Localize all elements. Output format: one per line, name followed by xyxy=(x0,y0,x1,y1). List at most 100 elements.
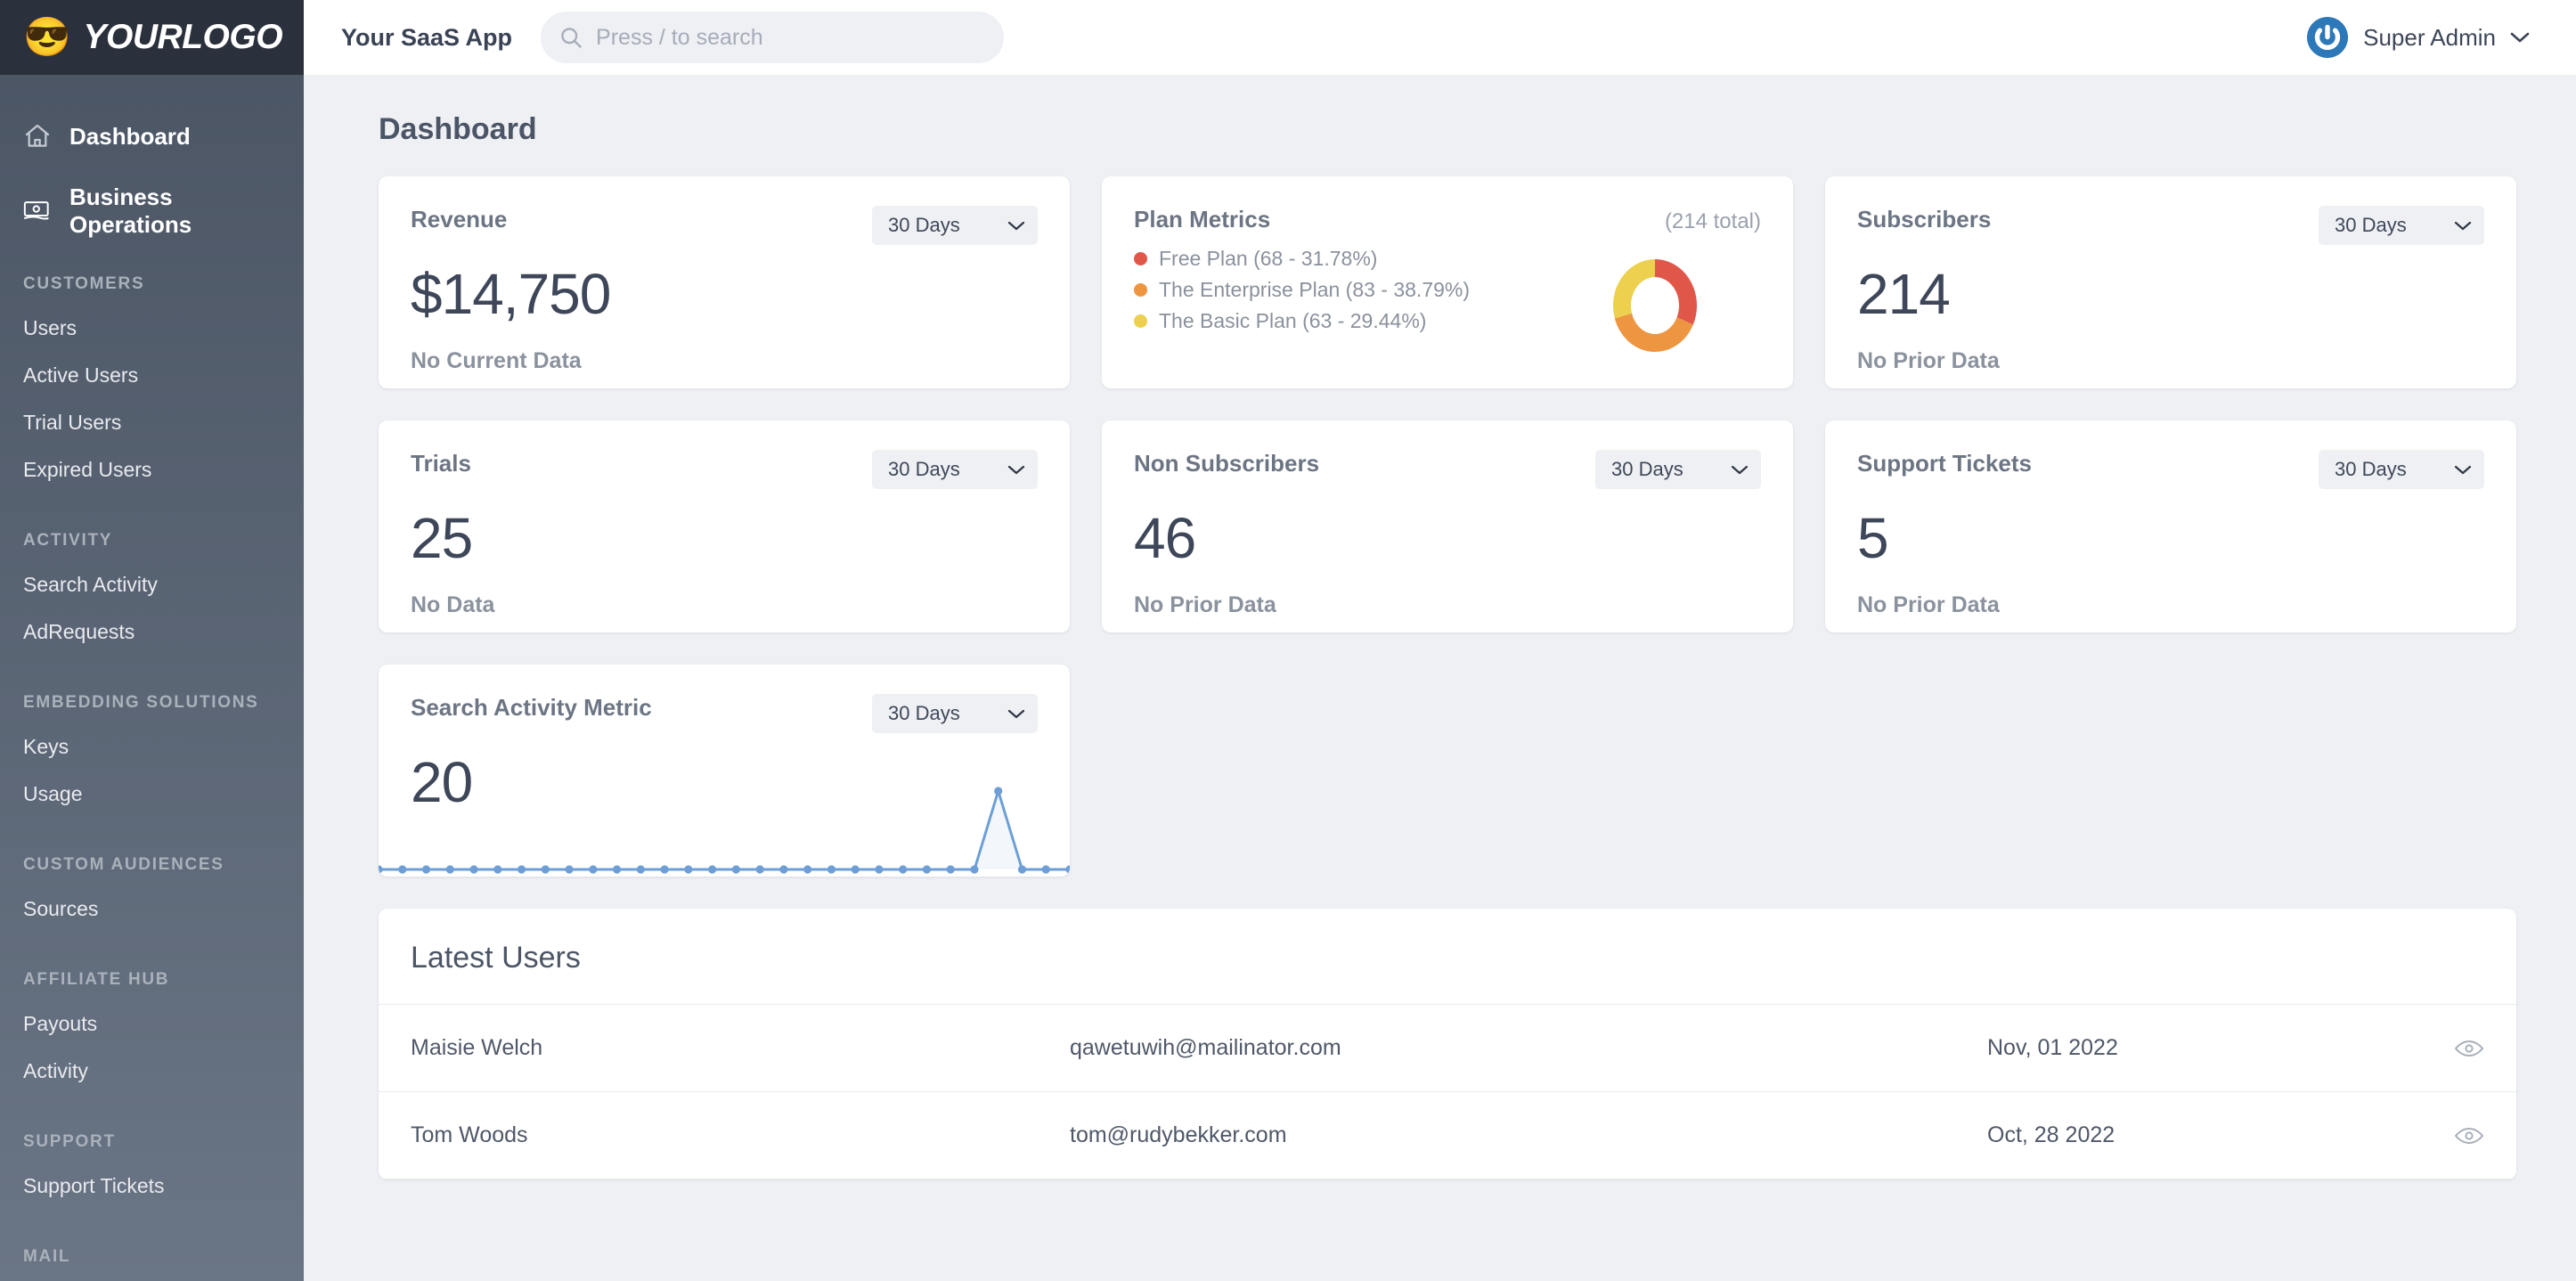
card-title: Revenue xyxy=(411,206,508,233)
sparkline-point xyxy=(827,865,836,874)
app-root: 😎 YOURLOGO Dashboard Business Operations… xyxy=(0,0,2576,1281)
cards-grid: Revenue 30 Days $14,750 No Current Data xyxy=(379,176,2516,877)
trials-range-select[interactable]: 30 Days xyxy=(872,450,1038,489)
sidebar-item-active-users[interactable]: Active Users xyxy=(0,352,304,399)
sidebar-item-expired-users[interactable]: Expired Users xyxy=(0,446,304,494)
topbar: Your SaaS App Press / to search Super Ad… xyxy=(304,0,2576,75)
sparkline-point xyxy=(398,865,407,874)
card-title: Plan Metrics xyxy=(1134,206,1271,233)
view-user-button[interactable] xyxy=(2431,1125,2484,1146)
view-user-button[interactable] xyxy=(2431,1038,2484,1059)
sidebar-item-payouts[interactable]: Payouts xyxy=(0,1000,304,1048)
donut-segment-0 xyxy=(1655,259,1697,325)
user-email-cell: qawetuwih@mailinator.com xyxy=(1070,1035,1341,1060)
sparkline-point xyxy=(421,865,431,874)
sparkline-point xyxy=(1041,865,1050,874)
support-tickets-range-select[interactable]: 30 Days xyxy=(2319,450,2484,489)
support-tickets-note: No Prior Data xyxy=(1857,592,2000,617)
eye-icon xyxy=(2454,1038,2484,1059)
sparkline-point xyxy=(445,865,454,874)
support-tickets-value: 5 xyxy=(1857,506,1889,570)
chevron-down-icon xyxy=(1007,220,1025,231)
card-title: Subscribers xyxy=(1857,206,1992,233)
logo-text: YOURLOGO xyxy=(83,18,283,56)
table-row[interactable]: Tom Woods tom@rudybekker.com Oct, 28 202… xyxy=(379,1092,2516,1179)
sidebar-item-search-activity[interactable]: Search Activity xyxy=(0,561,304,608)
subscribers-range-select[interactable]: 30 Days xyxy=(2319,206,2484,245)
donut-svg xyxy=(1613,259,1697,352)
chevron-down-icon xyxy=(1007,708,1025,719)
sidebar-group-title-mail: MAIL xyxy=(23,1247,71,1266)
card-plan-metrics: Plan Metrics (214 total) Free Plan (68 -… xyxy=(1102,176,1793,388)
sidebar-item-users[interactable]: Users xyxy=(0,305,304,352)
revenue-range-select[interactable]: 30 Days xyxy=(872,206,1038,245)
chevron-down-icon xyxy=(2510,31,2530,44)
revenue-value: $14,750 xyxy=(411,262,611,326)
sparkline-point xyxy=(660,865,669,874)
sparkline-point xyxy=(779,865,788,874)
sidebar-item-usage[interactable]: Usage xyxy=(0,771,304,818)
trials-value: 25 xyxy=(411,506,473,570)
chevron-down-icon xyxy=(2454,220,2472,231)
sidebar-item-dashboard[interactable]: Dashboard xyxy=(0,110,304,162)
revenue-note: No Current Data xyxy=(411,348,582,373)
card-trials: Trials 30 Days 25 No Data xyxy=(379,420,1070,632)
user-name-cell: Maisie Welch xyxy=(411,1035,543,1060)
sparkline-point xyxy=(1065,865,1070,874)
legend-label: Free Plan (68 - 31.78%) xyxy=(1159,247,1378,270)
main-area: Your SaaS App Press / to search Super Ad… xyxy=(304,0,2576,1281)
sidebar-item-sources[interactable]: Sources xyxy=(0,885,304,933)
table-row[interactable]: Maisie Welch qawetuwih@mailinator.com No… xyxy=(379,1005,2516,1092)
page-title: Dashboard xyxy=(379,112,537,146)
sparkline-point xyxy=(755,865,764,874)
non-subscribers-range-select[interactable]: 30 Days xyxy=(1595,450,1761,489)
sidebar-item-activity[interactable]: Activity xyxy=(0,1048,304,1095)
sidebar-item-business-operations[interactable]: Business Operations xyxy=(0,184,304,238)
card-header: Support Tickets 30 Days xyxy=(1825,420,2516,489)
card-subscribers: Subscribers 30 Days 214 No Prior Data xyxy=(1825,176,2516,388)
home-icon xyxy=(23,122,52,151)
sparkline-point xyxy=(922,865,932,874)
sparkline-point xyxy=(589,865,598,874)
sparkline-point xyxy=(565,865,574,874)
sidebar-item-label: Business Operations xyxy=(69,184,192,238)
sidebar-item-trial-users[interactable]: Trial Users xyxy=(0,399,304,446)
sidebar-item-keys[interactable]: Keys xyxy=(0,723,304,771)
sidebar-group-title-affiliate-hub: AFFILIATE HUB xyxy=(23,970,170,989)
sparkline-point xyxy=(636,865,645,874)
select-value: 30 Days xyxy=(888,214,960,236)
sparkline-point xyxy=(970,865,979,874)
user-name-cell: Tom Woods xyxy=(411,1122,528,1147)
plan-legend: Free Plan (68 - 31.78%) The Enterprise P… xyxy=(1134,247,1588,364)
app-title: Your SaaS App xyxy=(341,23,513,51)
legend-dot-free-plan xyxy=(1134,252,1147,265)
card-header: Non Subscribers 30 Days xyxy=(1102,420,1793,489)
eye-icon xyxy=(2454,1125,2484,1146)
sidebar-item-adrequests[interactable]: AdRequests xyxy=(0,608,304,656)
legend-item: Free Plan (68 - 31.78%) xyxy=(1134,247,1588,271)
sidebar-item-support-tickets[interactable]: Support Tickets xyxy=(0,1163,304,1210)
card-title: Search Activity Metric xyxy=(411,694,652,721)
sparkline-point xyxy=(612,865,622,874)
card-revenue: Revenue 30 Days $14,750 No Current Data xyxy=(379,176,1070,388)
latest-users-title: Latest Users xyxy=(379,909,2516,1005)
subscribers-value: 214 xyxy=(1857,262,1951,326)
logo[interactable]: 😎 YOURLOGO xyxy=(0,0,304,75)
sparkline-point xyxy=(493,865,502,874)
sunglasses-emoji-icon: 😎 xyxy=(23,15,71,59)
sparkline-area xyxy=(379,791,1070,869)
sparkline-point xyxy=(946,865,955,874)
chevron-down-icon xyxy=(1731,464,1749,475)
search-activity-sparkline xyxy=(379,779,1070,877)
sparkline-point xyxy=(875,865,884,874)
sparkline-line xyxy=(379,791,1070,869)
select-value: 30 Days xyxy=(1611,458,1683,480)
sparkline-point xyxy=(379,865,383,874)
search-activity-range-select[interactable]: 30 Days xyxy=(872,694,1038,733)
sidebar-nav: Dashboard Business Operations CUSTOMERS … xyxy=(0,75,304,1267)
user-menu[interactable]: Super Admin xyxy=(2306,16,2530,59)
user-date-cell: Oct, 28 2022 xyxy=(1987,1122,2115,1147)
sparkline-point xyxy=(541,865,550,874)
search-input[interactable]: Press / to search xyxy=(541,12,1005,63)
select-value: 30 Days xyxy=(888,702,960,724)
